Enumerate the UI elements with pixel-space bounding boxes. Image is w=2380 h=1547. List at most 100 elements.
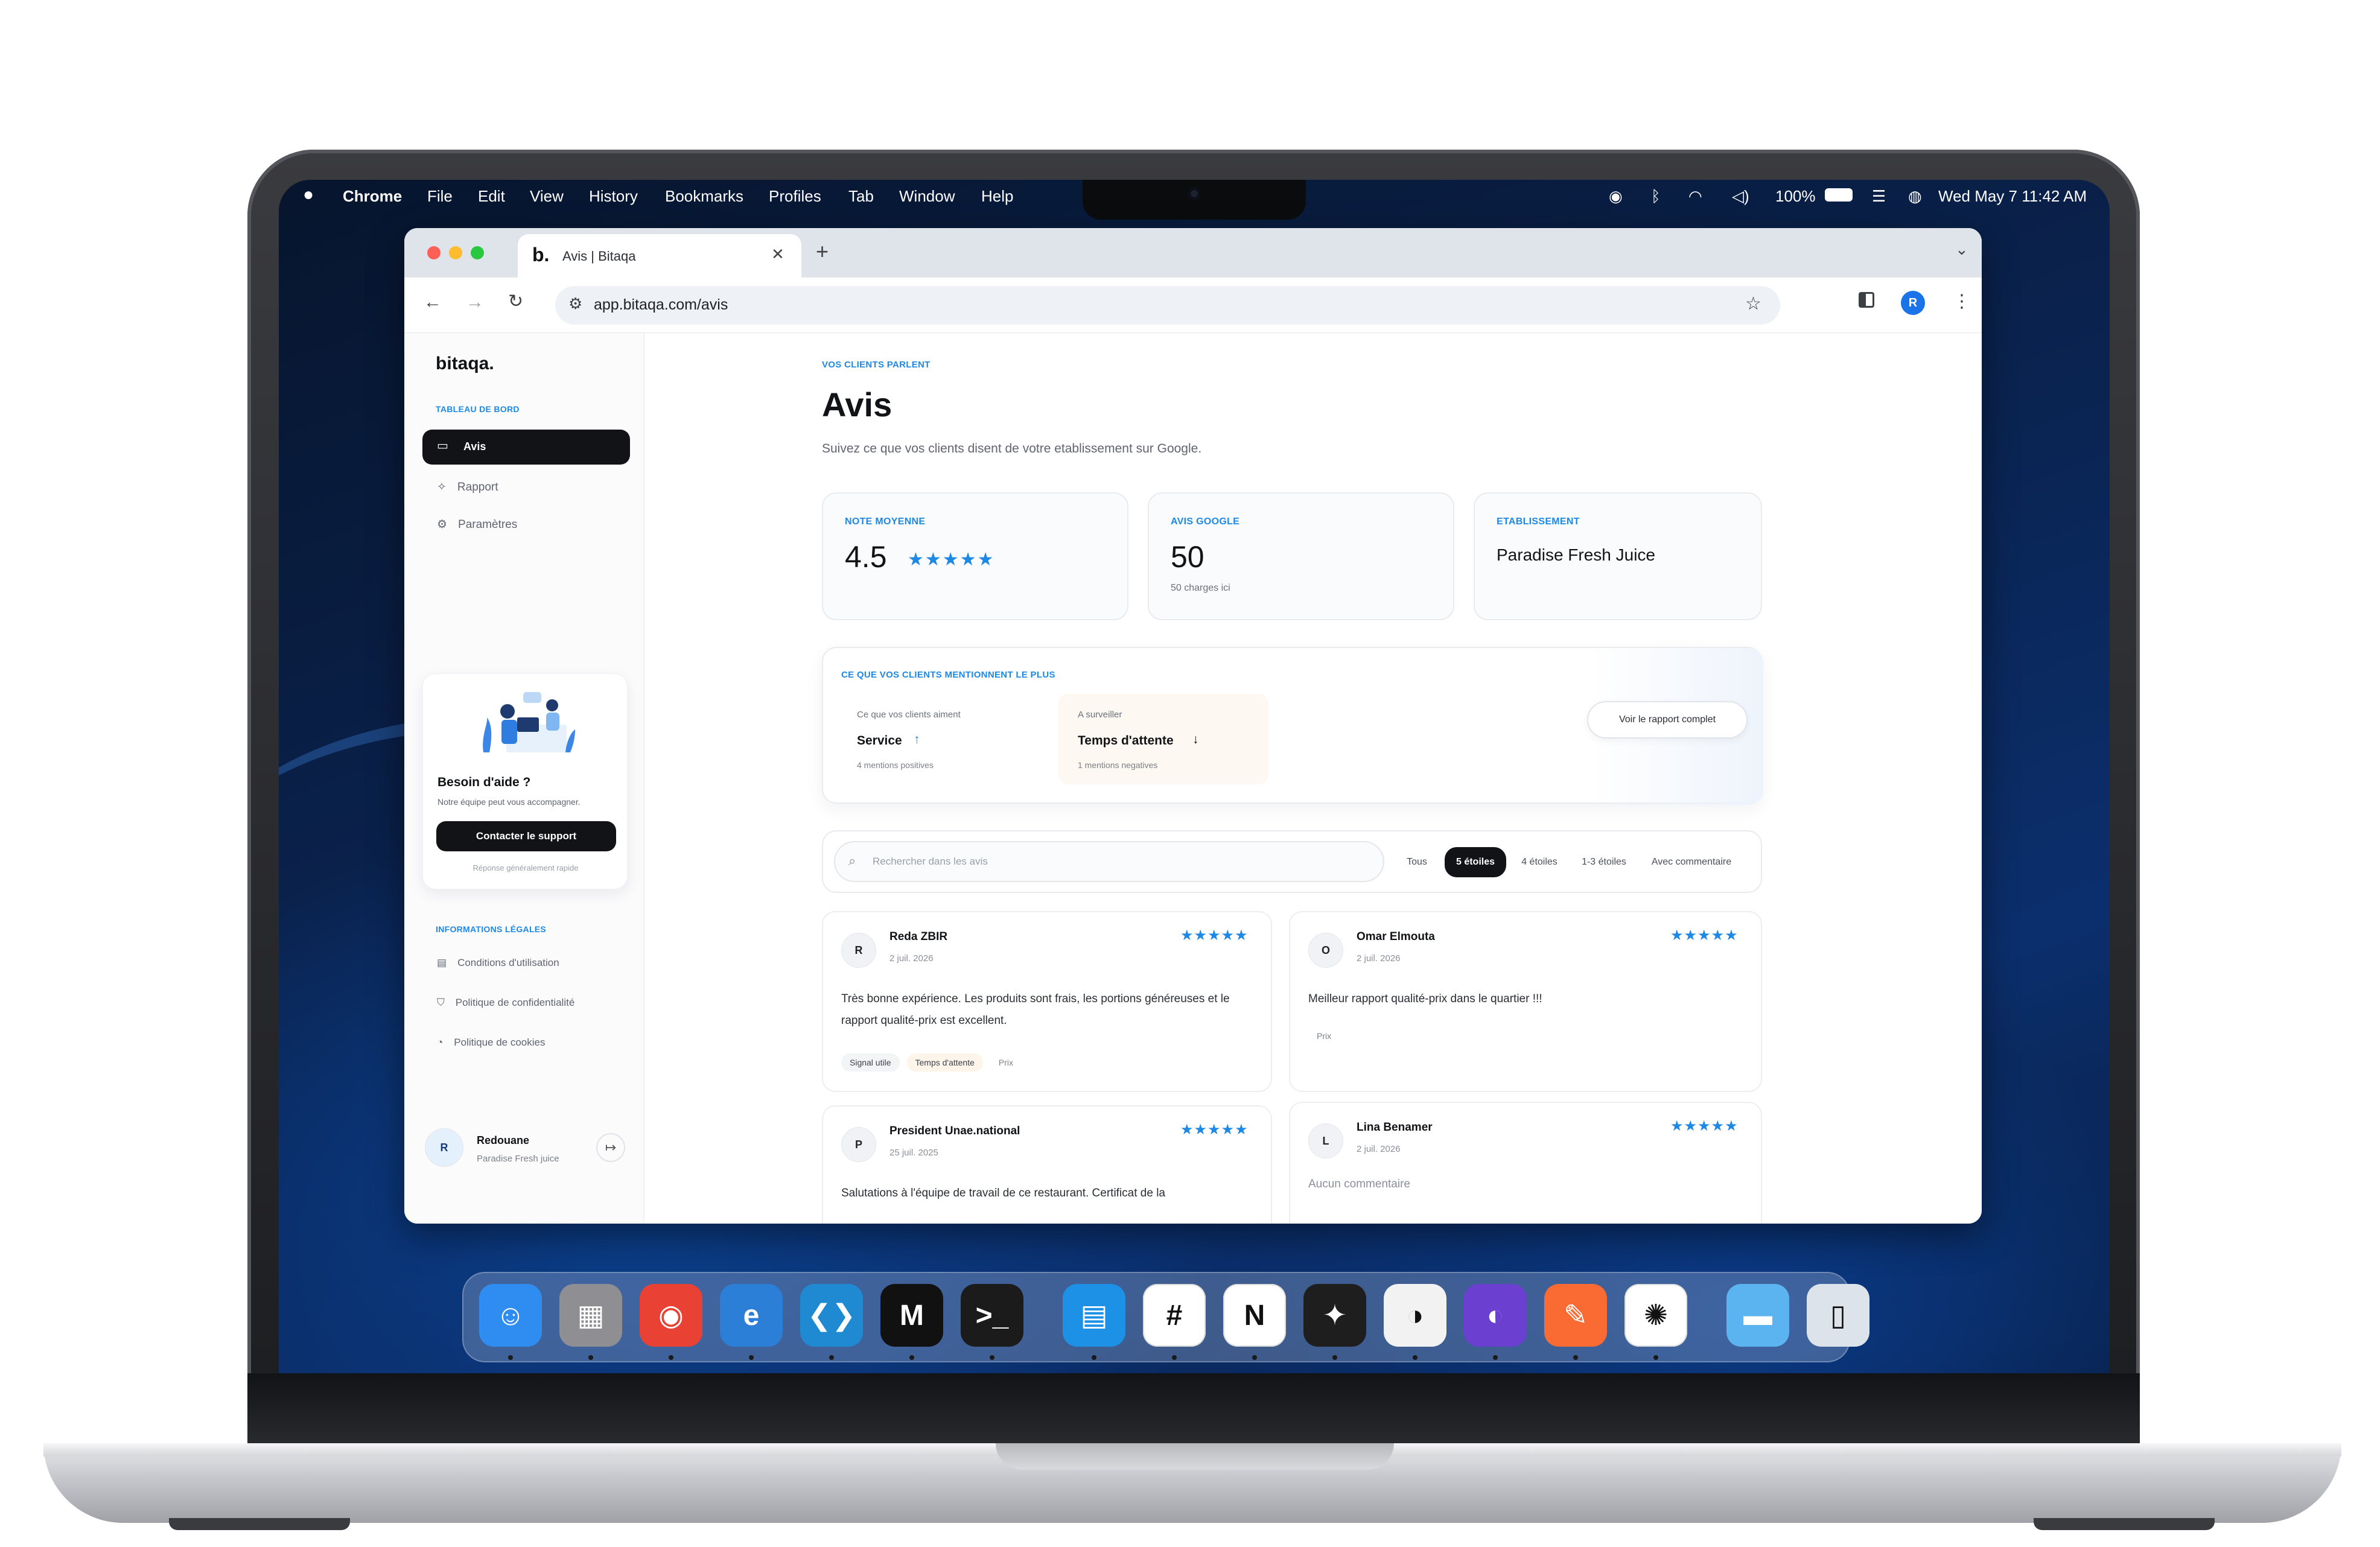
sidebar-item-parametres[interactable]: ⚙ Paramètres bbox=[437, 518, 517, 532]
dock-running-indicator bbox=[508, 1355, 513, 1360]
close-window-button[interactable] bbox=[427, 246, 441, 259]
new-tab-icon[interactable]: + bbox=[816, 239, 829, 264]
logout-icon[interactable]: ↦ bbox=[596, 1133, 625, 1162]
menu-history[interactable]: History bbox=[589, 187, 638, 206]
dock-running-indicator bbox=[1092, 1355, 1096, 1360]
filter-avec-commentaire[interactable]: Avec commentaire bbox=[1640, 847, 1743, 877]
siri-icon[interactable]: ◍ bbox=[1908, 187, 1922, 206]
terminal-icon[interactable]: >_ bbox=[961, 1284, 1023, 1347]
review-text: Meilleur rapport qualité-prix dans le qu… bbox=[1308, 993, 1542, 1005]
review-card[interactable]: O Omar Elmouta 2 juil. 2026 ★★★★★ Meille… bbox=[1289, 911, 1762, 1092]
back-icon[interactable]: ← bbox=[424, 292, 442, 313]
finder-icon[interactable]: ☺ bbox=[479, 1284, 542, 1347]
link-terms[interactable]: ▤ Conditions d'utilisation bbox=[437, 957, 559, 969]
menu-edit[interactable]: Edit bbox=[478, 187, 505, 206]
shield-icon: ⛉ bbox=[437, 997, 445, 1008]
link-terms-label: Conditions d'utilisation bbox=[457, 957, 559, 968]
insights-like-sub: 4 mentions positives bbox=[857, 760, 934, 770]
menu-bookmarks[interactable]: Bookmarks bbox=[665, 187, 743, 206]
menu-window[interactable]: Window bbox=[899, 187, 955, 206]
menu-app-name[interactable]: Chrome bbox=[343, 187, 402, 206]
close-tab-icon[interactable]: ✕ bbox=[771, 245, 784, 264]
chrome-icon[interactable]: ◉ bbox=[640, 1284, 702, 1347]
dock-running-indicator bbox=[749, 1355, 754, 1360]
control-center-icon[interactable]: ☰ bbox=[1872, 187, 1886, 206]
app-logo[interactable]: bitaqa. bbox=[436, 354, 494, 374]
postman-icon[interactable]: ✎ bbox=[1544, 1284, 1607, 1347]
full-report-button[interactable]: Voir le rapport complet bbox=[1587, 701, 1748, 739]
review-tags: Signal utile Temps d'attente Prix bbox=[841, 1053, 1029, 1072]
review-tag[interactable]: Temps d'attente bbox=[906, 1053, 983, 1072]
laptop-foot-right bbox=[2034, 1518, 2215, 1530]
trash-icon[interactable]: ▯ bbox=[1807, 1284, 1869, 1347]
review-date: 2 juil. 2026 bbox=[1357, 1144, 1401, 1154]
contact-support-button[interactable]: Contacter le support bbox=[436, 821, 616, 851]
linear-icon[interactable]: ◑ bbox=[1384, 1284, 1446, 1347]
menu-view[interactable]: View bbox=[530, 187, 564, 206]
laptop-chin bbox=[247, 1373, 2140, 1447]
markdown-app-icon[interactable]: M bbox=[880, 1284, 943, 1347]
tab-search-chevron-icon[interactable]: ⌄ bbox=[1955, 240, 1968, 259]
review-card[interactable]: R Reda ZBIR 2 juil. 2026 ★★★★★ Très bonn… bbox=[822, 911, 1272, 1092]
sidebar-item-rapport[interactable]: ✧ Rapport bbox=[437, 480, 498, 494]
review-tag[interactable]: Prix bbox=[1308, 1027, 1340, 1045]
battery-percent: 100% bbox=[1775, 187, 1816, 205]
site-settings-icon[interactable]: ⚙ bbox=[568, 294, 582, 313]
profile-avatar[interactable]: R bbox=[1901, 291, 1925, 315]
forward-icon[interactable]: → bbox=[466, 292, 484, 313]
search-input[interactable]: ⌕ Rechercher dans les avis bbox=[834, 841, 1384, 882]
minimize-window-button[interactable] bbox=[449, 246, 462, 259]
address-bar[interactable]: ⚙ app.bitaqa.com/avis ☆ bbox=[555, 286, 1780, 325]
reload-icon[interactable]: ↻ bbox=[508, 291, 523, 312]
vscode-icon[interactable]: ❮❯ bbox=[800, 1284, 863, 1347]
review-card[interactable]: L Lina Benamer 2 juil. 2026 ★★★★★ Aucun … bbox=[1289, 1102, 1762, 1224]
menu-help[interactable]: Help bbox=[981, 187, 1013, 206]
bookmark-star-icon[interactable]: ☆ bbox=[1745, 293, 1761, 314]
review-avatar: R bbox=[841, 933, 876, 968]
review-text: Aucun commentaire bbox=[1308, 1178, 1410, 1190]
browser-window: b. Avis | Bitaqa ✕ + ⌄ ← → ↻ ⚙ app.bitaq… bbox=[404, 228, 1982, 1224]
review-avatar: L bbox=[1308, 1123, 1343, 1158]
wifi-icon[interactable]: ◠ bbox=[1688, 187, 1702, 206]
menu-tab[interactable]: Tab bbox=[848, 187, 874, 206]
sidebar-item-avis[interactable]: ▭ Avis bbox=[422, 430, 630, 465]
volume-icon[interactable]: ◁) bbox=[1732, 187, 1749, 206]
notion-icon[interactable]: N bbox=[1223, 1284, 1286, 1347]
github-icon[interactable]: ◐ bbox=[1464, 1284, 1527, 1347]
review-tag[interactable]: Signal utile bbox=[841, 1053, 900, 1072]
filter-5-etoiles[interactable]: 5 étoiles bbox=[1445, 847, 1506, 877]
search-placeholder: Rechercher dans les avis bbox=[873, 856, 988, 867]
menu-profiles[interactable]: Profiles bbox=[769, 187, 821, 206]
filter-1-3-etoiles[interactable]: 1-3 étoiles bbox=[1573, 847, 1635, 877]
docker-icon[interactable]: ▤ bbox=[1063, 1284, 1125, 1347]
help-note: Réponse généralement rapide bbox=[472, 863, 579, 872]
link-cookies[interactable]: ◔ Politique de cookies bbox=[437, 1037, 546, 1049]
folder-icon[interactable]: ▬ bbox=[1726, 1284, 1789, 1347]
apple-icon[interactable]: ● bbox=[303, 185, 314, 205]
launchpad-icon[interactable]: ▦ bbox=[559, 1284, 622, 1347]
review-card[interactable]: P President Unae.national 25 juil. 2025 … bbox=[822, 1105, 1272, 1224]
browser-menu-icon[interactable]: ⋮ bbox=[1953, 291, 1971, 312]
link-privacy[interactable]: ⛉ Politique de confidentialité bbox=[437, 997, 574, 1009]
dock-running-indicator bbox=[1332, 1355, 1337, 1360]
slack-icon[interactable]: # bbox=[1143, 1284, 1206, 1347]
url-text[interactable]: app.bitaqa.com/avis bbox=[594, 296, 728, 314]
edge-icon[interactable]: e bbox=[720, 1284, 783, 1347]
sidebar-item-label: Rapport bbox=[457, 480, 498, 494]
review-tag[interactable]: Prix bbox=[990, 1053, 1022, 1072]
filter-4-etoiles[interactable]: 4 étoiles bbox=[1511, 847, 1568, 877]
filter-tous[interactable]: Tous bbox=[1398, 847, 1436, 877]
side-panel-icon[interactable] bbox=[1859, 292, 1874, 308]
bluetooth-icon[interactable]: ᛒ bbox=[1651, 187, 1661, 206]
menu-datetime[interactable]: Wed May 7 11:42 AM bbox=[1938, 187, 2087, 206]
screen-record-icon[interactable]: ◉ bbox=[1609, 187, 1623, 206]
browser-tab-active[interactable]: b. Avis | Bitaqa ✕ bbox=[518, 234, 801, 278]
dock-running-indicator bbox=[669, 1355, 673, 1360]
page-eyebrow: VOS CLIENTS PARLENT bbox=[822, 360, 931, 370]
battery-icon[interactable] bbox=[1825, 188, 1853, 202]
menu-file[interactable]: File bbox=[427, 187, 453, 206]
maximize-window-button[interactable] bbox=[471, 246, 484, 259]
chatgpt-icon[interactable]: ✺ bbox=[1624, 1284, 1687, 1347]
user-avatar[interactable]: R bbox=[425, 1128, 463, 1167]
figma-icon[interactable]: ✦ bbox=[1303, 1284, 1366, 1347]
